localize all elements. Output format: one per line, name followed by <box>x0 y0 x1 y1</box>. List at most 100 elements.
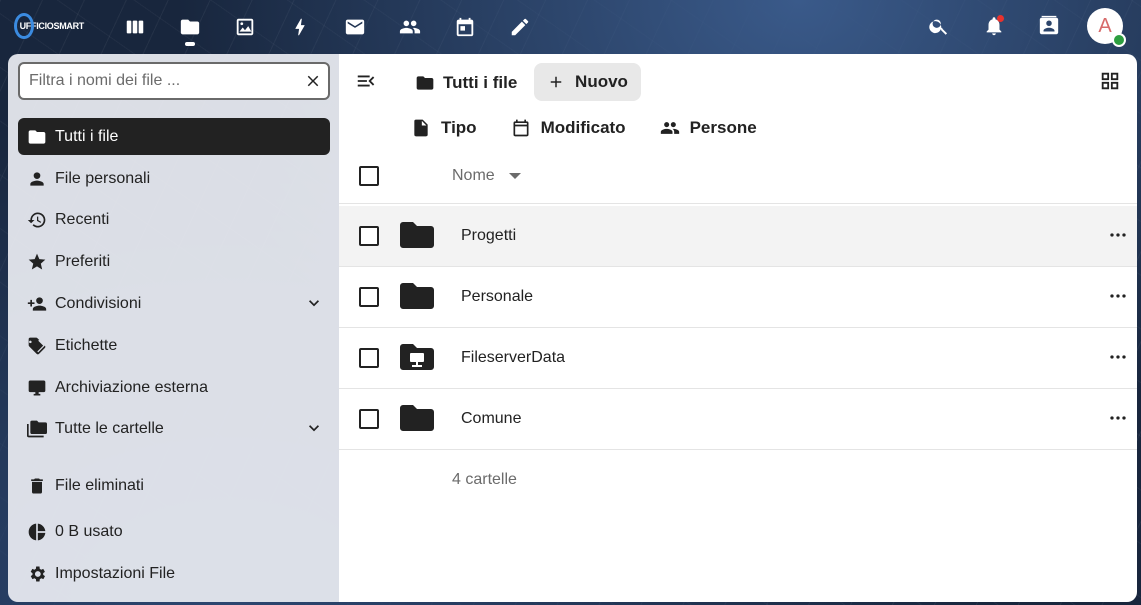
sidebar-item-label: Condivisioni <box>55 294 142 312</box>
filter-type-button[interactable]: Tipo <box>411 114 477 142</box>
sidebar-item-label: Tutti i file <box>55 127 119 145</box>
row-checkbox[interactable] <box>359 409 379 429</box>
history-icon <box>26 209 48 231</box>
contacts-icon[interactable] <box>393 10 427 44</box>
folder-icon <box>400 283 434 309</box>
row-checkbox[interactable] <box>359 226 379 246</box>
chevron-down-icon[interactable] <box>304 418 324 438</box>
sidebar-item-all-files[interactable]: Tutti i file <box>18 118 330 155</box>
new-button[interactable]: Nuovo <box>534 63 641 101</box>
share-icon <box>26 293 48 315</box>
row-checkbox[interactable] <box>359 287 379 307</box>
sidebar-item-external-storage[interactable]: Archiviazione esterna <box>18 369 330 406</box>
file-name[interactable]: Progetti <box>461 227 516 245</box>
plus-icon <box>550 76 562 88</box>
folder-icon <box>400 222 434 248</box>
folder-icon <box>26 126 48 148</box>
app-content: Tutti i file File personali Recenti Pref… <box>8 54 1137 602</box>
filter-modified-button[interactable]: Modificato <box>511 114 626 142</box>
sort-by-name[interactable]: Nome <box>452 167 521 185</box>
files-icon[interactable] <box>173 10 207 46</box>
sidebar-item-shares[interactable]: Condivisioni <box>18 285 330 322</box>
table-row[interactable]: FileserverData <box>339 328 1137 389</box>
storage-usage-label: 0 B usato <box>55 522 123 540</box>
filter-type-label: Tipo <box>441 118 477 137</box>
trash-icon <box>26 475 48 497</box>
toggle-navigation-icon[interactable] <box>355 70 377 92</box>
breadcrumb-all-files[interactable]: Tutti i file <box>415 66 517 100</box>
sidebar-item-personal-files[interactable]: File personali <box>18 160 330 197</box>
table-row[interactable]: Comune <box>339 389 1137 450</box>
filter-field <box>18 62 330 100</box>
sidebar-item-label: Impostazioni File <box>55 564 176 582</box>
sidebar-item-settings[interactable]: Impostazioni File <box>18 555 330 592</box>
notification-badge <box>997 15 1004 22</box>
row-checkbox[interactable] <box>359 348 379 368</box>
sidebar-item-all-folders[interactable]: Tutte le cartelle <box>18 410 330 447</box>
chart-pie-icon <box>26 521 48 543</box>
contacts-menu-icon[interactable] <box>1032 9 1066 43</box>
online-status-indicator <box>1112 33 1126 47</box>
sidebar-item-favorites[interactable]: Preferiti <box>18 243 330 280</box>
photos-icon[interactable] <box>228 10 262 44</box>
folder-icon <box>416 76 434 90</box>
sidebar-item-label: File eliminati <box>55 476 144 494</box>
logo-mark <box>14 13 34 39</box>
folder-icon <box>400 405 434 431</box>
folder-network-icon <box>400 344 434 370</box>
sidebar-item-tags[interactable]: Etichette <box>18 327 330 364</box>
file-icon <box>414 119 428 137</box>
column-name-label: Nome <box>452 167 495 184</box>
sidebar-item-recent[interactable]: Recenti <box>18 201 330 238</box>
files-summary: 4 cartelle <box>452 471 517 488</box>
filter-people-button[interactable]: Persone <box>660 114 757 142</box>
header-actions: A <box>901 8 1126 47</box>
sidebar-item-label: Preferiti <box>55 252 111 270</box>
more-actions-icon[interactable] <box>1109 348 1127 366</box>
person-icon <box>26 168 48 190</box>
more-actions-icon[interactable] <box>1109 287 1127 305</box>
gear-icon <box>26 563 48 585</box>
star-icon <box>26 251 48 273</box>
dashboard-icon[interactable] <box>118 10 152 44</box>
sidebar-item-label: File personali <box>55 169 151 187</box>
file-name[interactable]: FileserverData <box>461 349 565 367</box>
new-button-label: Nuovo <box>575 72 628 91</box>
file-name[interactable]: Comune <box>461 410 521 428</box>
sidebar-item-label: Etichette <box>55 336 118 354</box>
more-actions-icon[interactable] <box>1109 409 1127 427</box>
user-avatar[interactable]: A <box>1087 8 1126 47</box>
avatar-initial: A <box>1098 14 1112 37</box>
clear-filter-icon[interactable] <box>298 66 328 96</box>
search-icon[interactable] <box>922 9 956 43</box>
people-icon <box>660 122 679 134</box>
activity-icon[interactable] <box>283 10 317 44</box>
files-list-view: Tutti i file Nuovo Tipo Modificato Perso… <box>339 54 1137 602</box>
select-all-checkbox[interactable] <box>359 166 379 186</box>
filter-chips: Tipo Modificato Persone <box>411 114 791 142</box>
breadcrumb-label: Tutti i file <box>443 73 518 92</box>
calendar-icon <box>513 119 529 137</box>
table-row[interactable]: Personale <box>339 267 1137 328</box>
table-row[interactable]: Progetti <box>339 206 1137 267</box>
more-actions-icon[interactable] <box>1109 226 1127 244</box>
sidebar-item-label: Recenti <box>55 210 110 228</box>
filter-modified-label: Modificato <box>540 118 626 137</box>
external-storage-icon <box>26 377 48 399</box>
storage-usage[interactable]: 0 B usato <box>18 513 330 550</box>
calendar-icon[interactable] <box>448 10 482 44</box>
filter-people-label: Persone <box>689 118 757 137</box>
notes-icon[interactable] <box>503 10 537 44</box>
file-name[interactable]: Personale <box>461 288 533 306</box>
mail-icon[interactable] <box>338 10 372 44</box>
sidebar-item-label: Tutte le cartelle <box>55 419 164 437</box>
brand-logo[interactable]: UFFICIOSMART <box>14 12 84 40</box>
grid-view-icon[interactable] <box>1099 70 1121 92</box>
table-header: Nome <box>339 152 1137 204</box>
notifications-icon[interactable] <box>977 9 1011 43</box>
app-menu <box>118 10 558 46</box>
sidebar-item-trash[interactable]: File eliminati <box>18 467 330 504</box>
sort-caret-icon <box>508 173 521 179</box>
filter-input[interactable] <box>29 72 298 90</box>
chevron-down-icon[interactable] <box>304 293 324 313</box>
